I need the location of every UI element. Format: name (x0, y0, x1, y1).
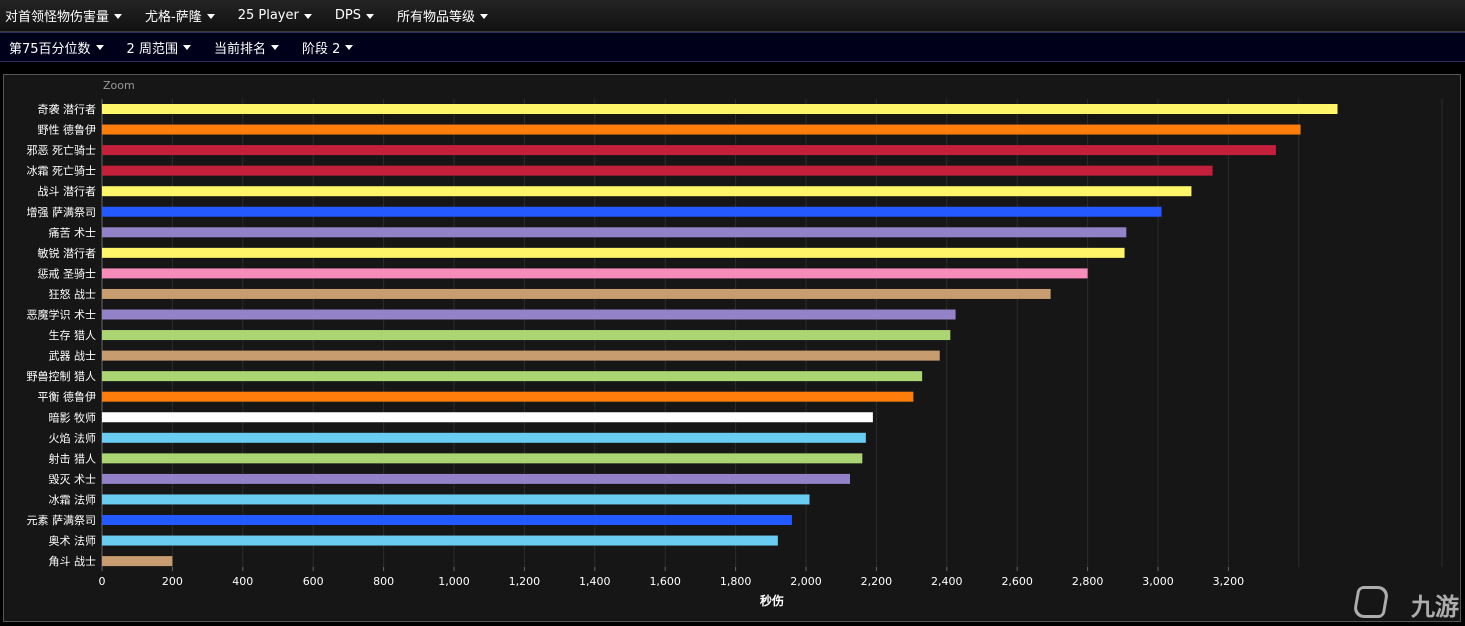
tick-label: 800 (373, 575, 394, 588)
category-label: 奇袭 潜行者 (38, 102, 97, 116)
caret-down-icon (365, 13, 374, 19)
filter-label: 阶段 2 (301, 41, 341, 57)
watermark-text: 九游 (1411, 593, 1459, 621)
tick-label: 2,000 (790, 575, 822, 588)
filter-item-level-dropdown[interactable]: 所有物品等级 (392, 6, 494, 25)
category-label: 平衡 德鲁伊 (38, 390, 97, 404)
category-label: 战斗 潜行者 (38, 184, 97, 198)
tick-label: 2,400 (931, 575, 963, 588)
filter-bar-secondary: 第75百分位数 2 周范围 当前排名 阶段 2 (0, 32, 1465, 62)
bar (102, 104, 1338, 114)
category-label: 恶魔学识 术士 (27, 308, 97, 322)
filter-raid-size-dropdown[interactable]: 25 Player (233, 8, 318, 23)
category-label: 武器 战士 (49, 350, 97, 363)
bar (102, 227, 1127, 238)
bar (102, 165, 1213, 176)
category-label: 毁灭 术士 (49, 472, 97, 486)
watermark: 九游 (1225, 566, 1465, 626)
filter-label: DPS (334, 8, 361, 23)
category-label: 奥术 法师 (49, 534, 97, 548)
filter-ranking-dropdown[interactable]: 当前排名 (209, 38, 285, 57)
tick-label: 600 (303, 575, 324, 588)
bar (102, 124, 1301, 135)
caret-down-icon (345, 45, 354, 50)
watermark-logo-icon (1352, 586, 1390, 618)
bar (102, 494, 810, 505)
bar (102, 453, 863, 464)
caret-down-icon (182, 45, 191, 50)
tick-label: 1,200 (509, 575, 541, 588)
tick-label: 1,000 (438, 575, 470, 588)
bar (102, 247, 1125, 258)
bar (102, 473, 850, 484)
bar (102, 515, 792, 525)
bar (102, 432, 866, 443)
category-label: 火焰 法师 (49, 431, 97, 445)
filter-metric-dropdown[interactable]: 对首领怪物伤害量 (0, 6, 128, 25)
filter-time-range-dropdown[interactable]: 2 周范围 (122, 38, 197, 57)
category-label: 惩戒 圣骑士 (38, 267, 97, 280)
bar (102, 145, 1276, 156)
caret-down-icon (303, 13, 312, 19)
tick-label: 400 (232, 575, 253, 588)
tick-label: 1,800 (720, 575, 752, 588)
category-label: 射击 猎人 (49, 451, 97, 465)
category-label: 冰霜 法师 (49, 492, 97, 506)
category-label: 冰霜 死亡骑士 (27, 164, 97, 178)
filter-phase-dropdown[interactable]: 阶段 2 (297, 38, 359, 57)
category-label: 暗影 牧师 (49, 410, 97, 424)
filter-label: 2 周范围 (126, 41, 178, 57)
tick-label: 200 (162, 575, 183, 588)
tick-label: 2,600 (1001, 575, 1033, 588)
x-axis-title: 秒伤 (760, 593, 784, 608)
filter-boss-dropdown[interactable]: 尤格-萨隆 (140, 6, 221, 25)
tick-label: 1,600 (649, 575, 681, 588)
category-label: 敏锐 潜行者 (38, 246, 97, 260)
tick-label: 2,200 (861, 575, 893, 588)
tick-label: 3,000 (1142, 575, 1174, 588)
chart-panel: Zoom 奇袭 潜行者 野性 德鲁伊 邪恶 死亡骑士 冰霜 死亡骑士 战斗 潜行者 增强 … (3, 74, 1461, 622)
category-label: 痛苦 术士 (49, 225, 97, 239)
bar (102, 206, 1162, 217)
caret-down-icon (206, 13, 215, 19)
bar (102, 330, 951, 341)
tick-label: 0 (99, 575, 106, 588)
bar (102, 309, 956, 320)
filter-label: 第75百分位数 (9, 41, 91, 57)
filter-label: 当前排名 (213, 41, 266, 57)
bar (102, 391, 914, 402)
caret-down-icon (479, 13, 488, 19)
bar (102, 556, 173, 567)
bar (102, 268, 1088, 279)
bar (102, 186, 1192, 197)
bar (102, 288, 1051, 299)
caret-down-icon (114, 13, 123, 19)
filter-label: 尤格-萨隆 (145, 10, 202, 25)
tick-label: 1,400 (579, 575, 611, 588)
filter-label: 对首领怪物伤害量 (5, 10, 110, 25)
category-label: 野兽控制 猎人 (27, 369, 97, 383)
filter-role-dropdown[interactable]: DPS (330, 8, 380, 23)
category-label: 角斗 战士 (49, 555, 97, 568)
caret-down-icon (270, 45, 279, 50)
category-label: 野性 德鲁伊 (38, 123, 97, 137)
category-label: 狂怒 战士 (49, 287, 97, 301)
caret-down-icon (95, 45, 104, 50)
filter-label: 所有物品等级 (396, 10, 475, 25)
category-label: 邪恶 死亡骑士 (27, 143, 97, 157)
filter-percentile-dropdown[interactable]: 第75百分位数 (4, 38, 110, 57)
bar (102, 535, 778, 546)
bar (102, 371, 923, 382)
bar-chart: 奇袭 潜行者野性 德鲁伊邪恶 死亡骑士冰霜 死亡骑士战斗 潜行者增强 萨满祭司痛… (27, 99, 1443, 608)
bar (102, 350, 940, 361)
bar (102, 412, 873, 423)
category-label: 元素 萨满祭司 (27, 514, 97, 527)
filter-bar-primary: 对首领怪物伤害量 尤格-萨隆 25 Player DPS 所有物品等级 (0, 0, 1465, 32)
category-label: 增强 萨满祭司 (27, 205, 97, 219)
filter-label: 25 Player (237, 8, 299, 23)
tick-label: 2,800 (1072, 575, 1104, 588)
category-label: 生存 猎人 (49, 328, 97, 342)
